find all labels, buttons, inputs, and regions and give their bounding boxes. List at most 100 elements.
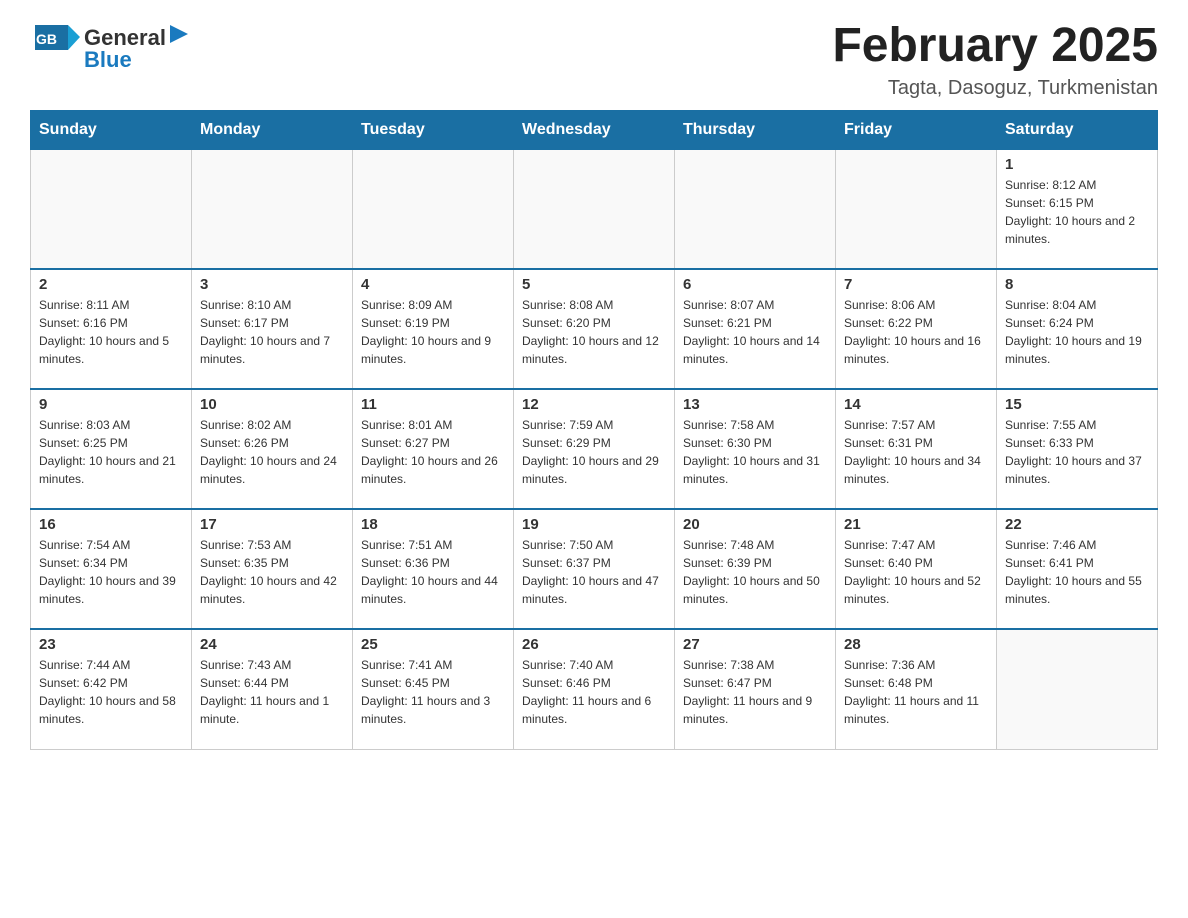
day-info: Sunrise: 7:59 AM Sunset: 6:29 PM Dayligh… bbox=[522, 416, 666, 488]
day-info: Sunrise: 7:54 AM Sunset: 6:34 PM Dayligh… bbox=[39, 536, 183, 608]
day-number: 26 bbox=[522, 636, 666, 653]
day-number: 1 bbox=[1005, 156, 1149, 173]
day-info: Sunrise: 7:41 AM Sunset: 6:45 PM Dayligh… bbox=[361, 656, 505, 728]
calendar-cell: 19 Sunrise: 7:50 AM Sunset: 6:37 PM Dayli… bbox=[514, 509, 675, 629]
logo: GB General Blue bbox=[30, 20, 190, 75]
calendar-cell: 18Sunrise: 7:51 AM Sunset: 6:36 PM Dayli… bbox=[353, 509, 514, 629]
day-info: Sunrise: 7:47 AM Sunset: 6:40 PM Dayligh… bbox=[844, 536, 988, 608]
page-header: GB General Blue February 2025 Tagta, Das… bbox=[30, 20, 1158, 100]
week-row-3: 9Sunrise: 8:03 AM Sunset: 6:25 PM Daylig… bbox=[31, 389, 1158, 509]
day-number: 11 bbox=[361, 396, 505, 413]
calendar-cell: 23Sunrise: 7:44 AM Sunset: 6:42 PM Dayli… bbox=[31, 629, 192, 749]
calendar-cell: 27 Sunrise: 7:38 AM Sunset: 6:47 PM Dayli… bbox=[675, 629, 836, 749]
day-info: Sunrise: 8:03 AM Sunset: 6:25 PM Dayligh… bbox=[39, 416, 183, 488]
day-number: 20 bbox=[683, 516, 827, 533]
weekday-thursday: Thursday bbox=[675, 110, 836, 149]
day-number: 19 bbox=[522, 516, 666, 533]
day-number: 10 bbox=[200, 396, 344, 413]
day-info: Sunrise: 7:57 AM Sunset: 6:31 PM Dayligh… bbox=[844, 416, 988, 488]
day-info: Sunrise: 7:48 AM Sunset: 6:39 PM Dayligh… bbox=[683, 536, 827, 608]
day-number: 15 bbox=[1005, 396, 1149, 413]
day-number: 2 bbox=[39, 276, 183, 293]
calendar-cell: 12 Sunrise: 7:59 AM Sunset: 6:29 PM Dayli… bbox=[514, 389, 675, 509]
weekday-saturday: Saturday bbox=[997, 110, 1158, 149]
week-row-5: 23Sunrise: 7:44 AM Sunset: 6:42 PM Dayli… bbox=[31, 629, 1158, 749]
week-row-2: 2 Sunrise: 8:11 AM Sunset: 6:16 PM Daylig… bbox=[31, 269, 1158, 389]
calendar-cell: 17 Sunrise: 7:53 AM Sunset: 6:35 PM Dayli… bbox=[192, 509, 353, 629]
calendar-cell: 10Sunrise: 8:02 AM Sunset: 6:26 PM Dayli… bbox=[192, 389, 353, 509]
day-info: Sunrise: 8:09 AM Sunset: 6:19 PM Dayligh… bbox=[361, 296, 505, 368]
calendar-cell: 14 Sunrise: 7:57 AM Sunset: 6:31 PM Dayli… bbox=[836, 389, 997, 509]
day-number: 14 bbox=[844, 396, 988, 413]
weekday-tuesday: Tuesday bbox=[353, 110, 514, 149]
weekday-friday: Friday bbox=[836, 110, 997, 149]
day-number: 18 bbox=[361, 516, 505, 533]
day-number: 16 bbox=[39, 516, 183, 533]
day-number: 3 bbox=[200, 276, 344, 293]
calendar-title: February 2025 bbox=[832, 20, 1158, 73]
day-info: Sunrise: 7:58 AM Sunset: 6:30 PM Dayligh… bbox=[683, 416, 827, 488]
calendar-cell: 7Sunrise: 8:06 AM Sunset: 6:22 PM Daylig… bbox=[836, 269, 997, 389]
day-number: 8 bbox=[1005, 276, 1149, 293]
week-row-1: 1 Sunrise: 8:12 AM Sunset: 6:15 PM Daylig… bbox=[31, 149, 1158, 269]
calendar-cell: 26 Sunrise: 7:40 AM Sunset: 6:46 PM Dayli… bbox=[514, 629, 675, 749]
day-info: Sunrise: 7:55 AM Sunset: 6:33 PM Dayligh… bbox=[1005, 416, 1149, 488]
weekday-wednesday: Wednesday bbox=[514, 110, 675, 149]
calendar-cell bbox=[836, 149, 997, 269]
calendar-cell: 21 Sunrise: 7:47 AM Sunset: 6:40 PM Dayli… bbox=[836, 509, 997, 629]
calendar-cell: 8 Sunrise: 8:04 AM Sunset: 6:24 PM Daylig… bbox=[997, 269, 1158, 389]
calendar-cell: 2 Sunrise: 8:11 AM Sunset: 6:16 PM Daylig… bbox=[31, 269, 192, 389]
day-info: Sunrise: 8:08 AM Sunset: 6:20 PM Dayligh… bbox=[522, 296, 666, 368]
calendar-cell: 24 Sunrise: 7:43 AM Sunset: 6:44 PM Dayli… bbox=[192, 629, 353, 749]
calendar-cell: 3Sunrise: 8:10 AM Sunset: 6:17 PM Daylig… bbox=[192, 269, 353, 389]
logo-icon: GB bbox=[30, 20, 80, 75]
svg-text:GB: GB bbox=[36, 31, 57, 47]
calendar-cell: 6 Sunrise: 8:07 AM Sunset: 6:21 PM Daylig… bbox=[675, 269, 836, 389]
day-number: 21 bbox=[844, 516, 988, 533]
calendar-cell: 15 Sunrise: 7:55 AM Sunset: 6:33 PM Dayli… bbox=[997, 389, 1158, 509]
calendar-cell: 9Sunrise: 8:03 AM Sunset: 6:25 PM Daylig… bbox=[31, 389, 192, 509]
day-info: Sunrise: 7:50 AM Sunset: 6:37 PM Dayligh… bbox=[522, 536, 666, 608]
calendar-cell: 22Sunrise: 7:46 AM Sunset: 6:41 PM Dayli… bbox=[997, 509, 1158, 629]
day-number: 25 bbox=[361, 636, 505, 653]
weekday-sunday: Sunday bbox=[31, 110, 192, 149]
calendar-cell: 5 Sunrise: 8:08 AM Sunset: 6:20 PM Daylig… bbox=[514, 269, 675, 389]
day-info: Sunrise: 7:53 AM Sunset: 6:35 PM Dayligh… bbox=[200, 536, 344, 608]
day-number: 27 bbox=[683, 636, 827, 653]
day-info: Sunrise: 8:07 AM Sunset: 6:21 PM Dayligh… bbox=[683, 296, 827, 368]
day-number: 6 bbox=[683, 276, 827, 293]
calendar-cell bbox=[353, 149, 514, 269]
weekday-monday: Monday bbox=[192, 110, 353, 149]
weekday-header-row: SundayMondayTuesdayWednesdayThursdayFrid… bbox=[31, 110, 1158, 149]
calendar-cell bbox=[192, 149, 353, 269]
calendar-cell: 16 Sunrise: 7:54 AM Sunset: 6:34 PM Dayli… bbox=[31, 509, 192, 629]
day-number: 24 bbox=[200, 636, 344, 653]
day-number: 4 bbox=[361, 276, 505, 293]
day-info: Sunrise: 7:40 AM Sunset: 6:46 PM Dayligh… bbox=[522, 656, 666, 728]
calendar-table: SundayMondayTuesdayWednesdayThursdayFrid… bbox=[30, 110, 1158, 750]
calendar-cell: 28Sunrise: 7:36 AM Sunset: 6:48 PM Dayli… bbox=[836, 629, 997, 749]
calendar-cell: 25 Sunrise: 7:41 AM Sunset: 6:45 PM Dayli… bbox=[353, 629, 514, 749]
day-number: 5 bbox=[522, 276, 666, 293]
calendar-cell: 4 Sunrise: 8:09 AM Sunset: 6:19 PM Daylig… bbox=[353, 269, 514, 389]
calendar-cell bbox=[675, 149, 836, 269]
day-number: 12 bbox=[522, 396, 666, 413]
day-number: 17 bbox=[200, 516, 344, 533]
day-number: 28 bbox=[844, 636, 988, 653]
title-block: February 2025 Tagta, Dasoguz, Turkmenist… bbox=[832, 20, 1158, 100]
week-row-4: 16 Sunrise: 7:54 AM Sunset: 6:34 PM Dayli… bbox=[31, 509, 1158, 629]
day-info: Sunrise: 7:38 AM Sunset: 6:47 PM Dayligh… bbox=[683, 656, 827, 728]
day-info: Sunrise: 8:04 AM Sunset: 6:24 PM Dayligh… bbox=[1005, 296, 1149, 368]
day-info: Sunrise: 7:46 AM Sunset: 6:41 PM Dayligh… bbox=[1005, 536, 1149, 608]
day-number: 13 bbox=[683, 396, 827, 413]
calendar-cell: 20 Sunrise: 7:48 AM Sunset: 6:39 PM Dayli… bbox=[675, 509, 836, 629]
day-info: Sunrise: 8:12 AM Sunset: 6:15 PM Dayligh… bbox=[1005, 176, 1149, 248]
calendar-cell bbox=[997, 629, 1158, 749]
day-info: Sunrise: 7:43 AM Sunset: 6:44 PM Dayligh… bbox=[200, 656, 344, 728]
day-number: 7 bbox=[844, 276, 988, 293]
day-info: Sunrise: 8:01 AM Sunset: 6:27 PM Dayligh… bbox=[361, 416, 505, 488]
day-info: Sunrise: 8:11 AM Sunset: 6:16 PM Dayligh… bbox=[39, 296, 183, 368]
logo-arrow-icon bbox=[168, 23, 190, 45]
calendar-cell: 1 Sunrise: 8:12 AM Sunset: 6:15 PM Daylig… bbox=[997, 149, 1158, 269]
calendar-cell bbox=[31, 149, 192, 269]
